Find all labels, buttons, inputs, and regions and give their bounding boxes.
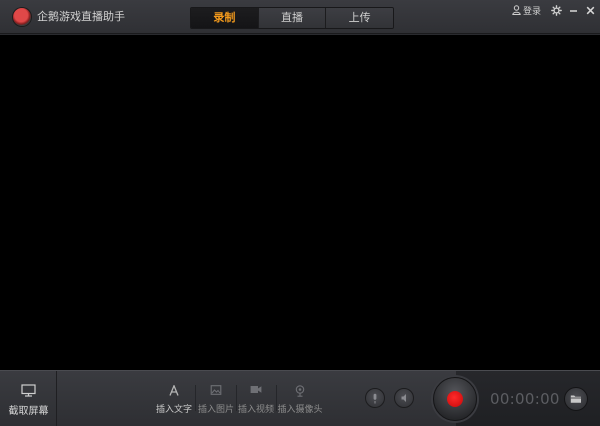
settings-button[interactable]: [549, 3, 563, 17]
insert-text-label: 插入文字: [155, 405, 192, 415]
login-label: 登录: [523, 6, 542, 17]
preview-area: [0, 35, 600, 370]
insert-image-label: 插入图片: [197, 405, 234, 415]
capture-screen-button[interactable]: 截取屏幕: [0, 371, 57, 426]
capture-screen-label: 截取屏幕: [8, 406, 49, 417]
open-folder-button[interactable]: [564, 387, 588, 411]
image-icon: [210, 385, 222, 395]
record-timer: 00:00:00: [490, 390, 560, 408]
record-button[interactable]: [433, 377, 477, 421]
title-bar: 企鹅游戏直播助手 录制 直播 上传 登录: [0, 0, 600, 34]
tab-upload[interactable]: 上传: [326, 8, 393, 28]
minimize-icon: [569, 9, 577, 12]
speaker-button[interactable]: [394, 388, 414, 408]
speaker-icon: [401, 394, 406, 402]
insert-camera-button[interactable]: 插入摄像头: [277, 371, 323, 426]
record-icon: [447, 391, 463, 407]
user-icon: [512, 5, 521, 15]
folder-icon: [570, 395, 581, 403]
microphone-button[interactable]: [365, 388, 385, 408]
app-title: 企鹅游戏直播助手: [37, 10, 125, 23]
minimize-button[interactable]: [566, 3, 580, 17]
mode-tabs: 录制 直播 上传: [190, 7, 394, 29]
monitor-icon: [21, 384, 36, 397]
penguin-logo-icon: [13, 8, 31, 26]
insert-video-label: 插入视频: [237, 405, 274, 415]
toolbar-divider: [195, 385, 196, 411]
insert-camera-label: 插入摄像头: [277, 405, 323, 415]
camera-icon: [295, 385, 305, 397]
bottom-toolbar: 截取屏幕 插入文字 插入图片 插入视频 插入摄像头 00:00:00: [0, 370, 600, 426]
insert-image-button[interactable]: 插入图片: [197, 371, 235, 426]
microphone-icon: [373, 393, 377, 403]
text-icon: [169, 385, 179, 396]
gear-icon: [550, 4, 562, 16]
insert-text-button[interactable]: 插入文字: [155, 371, 193, 426]
video-icon: [250, 386, 262, 393]
login-button[interactable]: 登录: [512, 4, 542, 17]
tab-live[interactable]: 直播: [258, 8, 327, 28]
close-icon: [586, 6, 594, 14]
insert-video-button[interactable]: 插入视频: [237, 371, 275, 426]
tab-record[interactable]: 录制: [191, 8, 259, 28]
close-button[interactable]: [583, 3, 597, 17]
